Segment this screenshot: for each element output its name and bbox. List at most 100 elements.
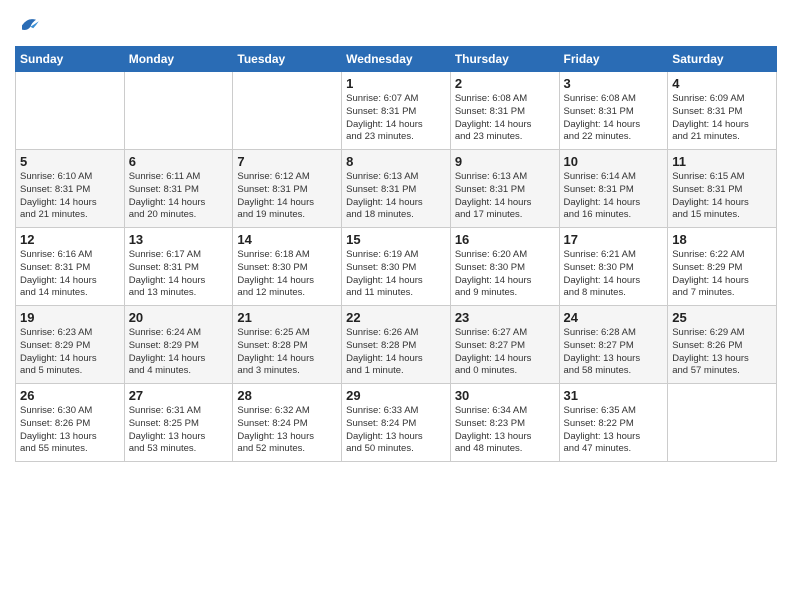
day-cell: 14 Sunrise: 6:18 AMSunset: 8:30 PMDayligh… [233, 228, 342, 306]
day-number: 17 [564, 232, 664, 247]
day-cell: 10 Sunrise: 6:14 AMSunset: 8:31 PMDayligh… [559, 150, 668, 228]
day-info: Sunrise: 6:19 AMSunset: 8:30 PMDaylight:… [346, 249, 446, 300]
day-cell: 15Sunrise: 6:19 AMSunset: 8:30 PMDayligh… [342, 228, 451, 306]
day-cell: 7 Sunrise: 6:12 AMSunset: 8:31 PMDaylight… [233, 150, 342, 228]
day-number: 7 [237, 154, 337, 169]
day-number: 26 [20, 388, 120, 403]
day-cell: 26 Sunrise: 6:30 AMSunset: 8:26 PMDayligh… [16, 384, 125, 462]
weekday-header-thursday: Thursday [450, 47, 559, 72]
day-cell: 4Sunrise: 6:09 AMSunset: 8:31 PMDaylight… [668, 72, 777, 150]
day-info: Sunrise: 6:08 AMSunset: 8:31 PMDaylight:… [564, 93, 664, 144]
day-cell: 12 Sunrise: 6:16 AMSunset: 8:31 PMDayligh… [16, 228, 125, 306]
day-cell: 24 Sunrise: 6:28 AMSunset: 8:27 PMDayligh… [559, 306, 668, 384]
weekday-header-wednesday: Wednesday [342, 47, 451, 72]
day-cell: 23 Sunrise: 6:27 AMSunset: 8:27 PMDayligh… [450, 306, 559, 384]
day-cell: 21 Sunrise: 6:25 AMSunset: 8:28 PMDayligh… [233, 306, 342, 384]
day-info: Sunrise: 6:11 AMSunset: 8:31 PMDaylight:… [129, 171, 229, 222]
day-number: 21 [237, 310, 337, 325]
weekday-header-saturday: Saturday [668, 47, 777, 72]
day-info: Sunrise: 6:20 AMSunset: 8:30 PMDaylight:… [455, 249, 555, 300]
day-number: 22 [346, 310, 446, 325]
weekday-header-sunday: Sunday [16, 47, 125, 72]
weekday-header-monday: Monday [124, 47, 233, 72]
header [15, 10, 777, 38]
day-number: 1 [346, 76, 446, 91]
weekday-header-friday: Friday [559, 47, 668, 72]
day-cell: 3 Sunrise: 6:08 AMSunset: 8:31 PMDaylight… [559, 72, 668, 150]
day-cell [668, 384, 777, 462]
day-number: 18 [672, 232, 772, 247]
week-row-1: 1 Sunrise: 6:07 AMSunset: 8:31 PMDaylight… [16, 72, 777, 150]
day-number: 13 [129, 232, 229, 247]
day-cell: 16 Sunrise: 6:20 AMSunset: 8:30 PMDayligh… [450, 228, 559, 306]
day-cell [16, 72, 125, 150]
day-number: 28 [237, 388, 337, 403]
day-info: Sunrise: 6:28 AMSunset: 8:27 PMDaylight:… [564, 327, 664, 378]
day-cell: 2 Sunrise: 6:08 AMSunset: 8:31 PMDaylight… [450, 72, 559, 150]
day-info: Sunrise: 6:21 AMSunset: 8:30 PMDaylight:… [564, 249, 664, 300]
day-cell: 20 Sunrise: 6:24 AMSunset: 8:29 PMDayligh… [124, 306, 233, 384]
day-info: Sunrise: 6:18 AMSunset: 8:30 PMDaylight:… [237, 249, 337, 300]
day-cell [233, 72, 342, 150]
day-info: Sunrise: 6:24 AMSunset: 8:29 PMDaylight:… [129, 327, 229, 378]
day-info: Sunrise: 6:13 AMSunset: 8:31 PMDaylight:… [346, 171, 446, 222]
day-info: Sunrise: 6:33 AMSunset: 8:24 PMDaylight:… [346, 405, 446, 456]
day-info: Sunrise: 6:22 AMSunset: 8:29 PMDaylight:… [672, 249, 772, 300]
day-cell: 27 Sunrise: 6:31 AMSunset: 8:25 PMDayligh… [124, 384, 233, 462]
day-number: 3 [564, 76, 664, 91]
day-number: 27 [129, 388, 229, 403]
day-number: 9 [455, 154, 555, 169]
day-cell: 17 Sunrise: 6:21 AMSunset: 8:30 PMDayligh… [559, 228, 668, 306]
week-row-5: 26 Sunrise: 6:30 AMSunset: 8:26 PMDayligh… [16, 384, 777, 462]
day-number: 10 [564, 154, 664, 169]
day-info: Sunrise: 6:10 AMSunset: 8:31 PMDaylight:… [20, 171, 120, 222]
day-info: Sunrise: 6:30 AMSunset: 8:26 PMDaylight:… [20, 405, 120, 456]
day-info: Sunrise: 6:26 AMSunset: 8:28 PMDaylight:… [346, 327, 446, 378]
day-cell: 13Sunrise: 6:17 AMSunset: 8:31 PMDayligh… [124, 228, 233, 306]
day-number: 5 [20, 154, 120, 169]
day-number: 23 [455, 310, 555, 325]
day-info: Sunrise: 6:32 AMSunset: 8:24 PMDaylight:… [237, 405, 337, 456]
day-info: Sunrise: 6:14 AMSunset: 8:31 PMDaylight:… [564, 171, 664, 222]
day-cell: 8 Sunrise: 6:13 AMSunset: 8:31 PMDaylight… [342, 150, 451, 228]
day-number: 24 [564, 310, 664, 325]
day-info: Sunrise: 6:08 AMSunset: 8:31 PMDaylight:… [455, 93, 555, 144]
day-info: Sunrise: 6:34 AMSunset: 8:23 PMDaylight:… [455, 405, 555, 456]
day-info: Sunrise: 6:25 AMSunset: 8:28 PMDaylight:… [237, 327, 337, 378]
week-row-3: 12 Sunrise: 6:16 AMSunset: 8:31 PMDayligh… [16, 228, 777, 306]
day-info: Sunrise: 6:27 AMSunset: 8:27 PMDaylight:… [455, 327, 555, 378]
day-cell: 6 Sunrise: 6:11 AMSunset: 8:31 PMDaylight… [124, 150, 233, 228]
day-info: Sunrise: 6:29 AMSunset: 8:26 PMDaylight:… [672, 327, 772, 378]
day-number: 6 [129, 154, 229, 169]
day-number: 14 [237, 232, 337, 247]
day-info: Sunrise: 6:31 AMSunset: 8:25 PMDaylight:… [129, 405, 229, 456]
logo [15, 10, 47, 38]
day-cell [124, 72, 233, 150]
day-info: Sunrise: 6:07 AMSunset: 8:31 PMDaylight:… [346, 93, 446, 144]
week-row-4: 19Sunrise: 6:23 AMSunset: 8:29 PMDayligh… [16, 306, 777, 384]
day-cell: 18 Sunrise: 6:22 AMSunset: 8:29 PMDayligh… [668, 228, 777, 306]
day-number: 2 [455, 76, 555, 91]
page: SundayMondayTuesdayWednesdayThursdayFrid… [0, 0, 792, 612]
day-number: 25 [672, 310, 772, 325]
day-number: 29 [346, 388, 446, 403]
day-cell: 30Sunrise: 6:34 AMSunset: 8:23 PMDayligh… [450, 384, 559, 462]
day-number: 11 [672, 154, 772, 169]
calendar-table: SundayMondayTuesdayWednesdayThursdayFrid… [15, 46, 777, 462]
logo-bird-icon [15, 10, 43, 38]
day-number: 16 [455, 232, 555, 247]
day-info: Sunrise: 6:12 AMSunset: 8:31 PMDaylight:… [237, 171, 337, 222]
day-cell: 9 Sunrise: 6:13 AMSunset: 8:31 PMDaylight… [450, 150, 559, 228]
day-number: 19 [20, 310, 120, 325]
day-info: Sunrise: 6:16 AMSunset: 8:31 PMDaylight:… [20, 249, 120, 300]
day-info: Sunrise: 6:13 AMSunset: 8:31 PMDaylight:… [455, 171, 555, 222]
weekday-header-row: SundayMondayTuesdayWednesdayThursdayFrid… [16, 47, 777, 72]
day-cell: 22 Sunrise: 6:26 AMSunset: 8:28 PMDayligh… [342, 306, 451, 384]
day-cell: 25 Sunrise: 6:29 AMSunset: 8:26 PMDayligh… [668, 306, 777, 384]
weekday-header-tuesday: Tuesday [233, 47, 342, 72]
day-number: 12 [20, 232, 120, 247]
day-cell: 5 Sunrise: 6:10 AMSunset: 8:31 PMDaylight… [16, 150, 125, 228]
day-number: 20 [129, 310, 229, 325]
week-row-2: 5 Sunrise: 6:10 AMSunset: 8:31 PMDaylight… [16, 150, 777, 228]
day-number: 8 [346, 154, 446, 169]
